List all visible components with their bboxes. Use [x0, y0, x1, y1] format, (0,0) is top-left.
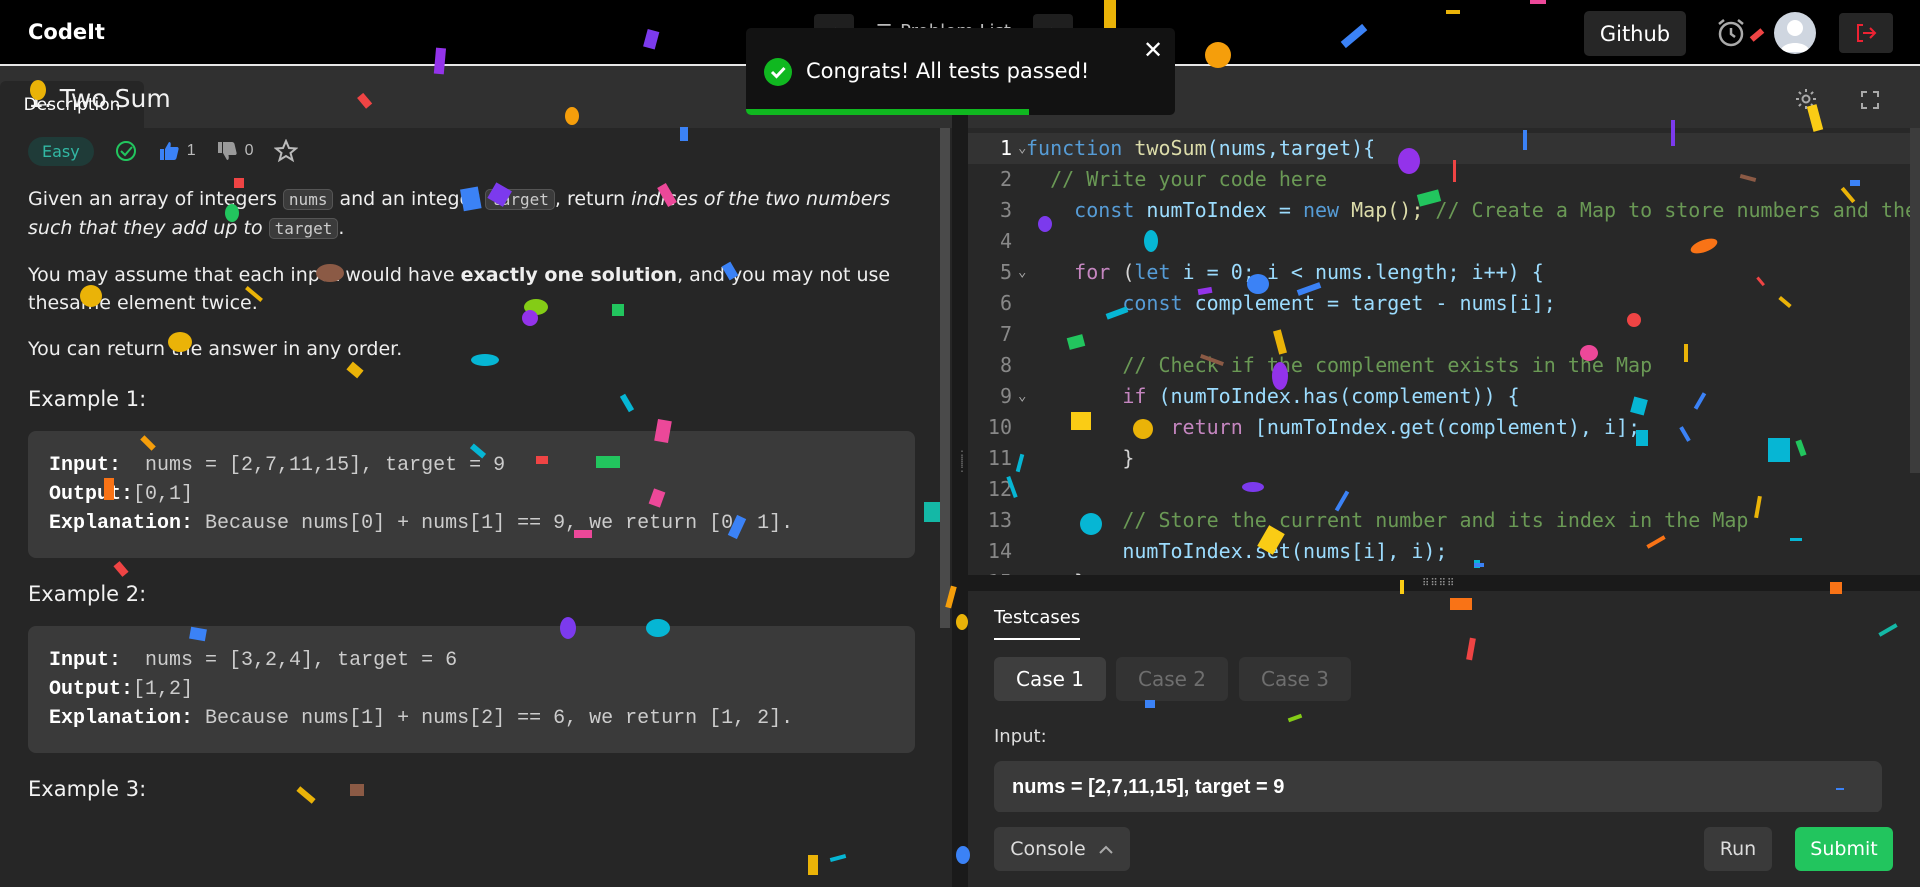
expand-icon[interactable] — [1860, 90, 1880, 110]
description-paragraph-2: You may assume that each input would hav… — [28, 264, 891, 314]
toast-message: Congrats! All tests passed! — [806, 59, 1090, 83]
github-button[interactable]: Github — [1584, 11, 1686, 56]
console-label: Console — [1010, 838, 1086, 860]
code-line: 5 ⌄ for (let i = 0; i < nums.length; i++)… — [968, 257, 1920, 288]
case-1-button[interactable]: Case 1 — [994, 657, 1106, 701]
case-3-button[interactable]: Case 3 — [1239, 657, 1351, 701]
run-button[interactable]: Run — [1704, 827, 1772, 871]
alarm-clock-icon[interactable] — [1715, 17, 1747, 49]
description-paragraph-1: Given an array of integers nums and an i… — [28, 188, 891, 239]
code-line: 10 return [numToIndex.get(complement), i… — [987, 415, 1641, 439]
resize-grip-icon[interactable]: ⋮ ⋮ ⋮ — [956, 449, 968, 496]
description-scrollbar[interactable] — [940, 128, 950, 628]
console-button[interactable]: Console — [994, 827, 1130, 871]
testcase-input-field[interactable]: nums = [2,7,11,15], target = 9 — [994, 761, 1882, 813]
code-line: 11 } — [987, 446, 1135, 470]
example-2-title: Example 2: — [28, 582, 147, 606]
logout-button[interactable] — [1839, 13, 1893, 53]
solved-check-icon — [114, 139, 138, 163]
toast-progress-bar — [746, 109, 1030, 115]
avatar[interactable] — [1774, 12, 1816, 54]
action-bar: Console Run Submit — [968, 812, 1920, 887]
code-editor[interactable]: 1 ⌄ function twoSum(nums,target){ 2 // Wri… — [968, 128, 1920, 575]
problem-description: 1. Two Sum Easy 1 0 Given an array of in… — [28, 84, 918, 801]
like-button[interactable]: 1 — [158, 140, 196, 162]
logout-icon — [1857, 24, 1877, 42]
code-line: 1 ⌄ function twoSum(nums,target){ — [968, 133, 1920, 164]
star-icon — [273, 139, 298, 163]
code-line: 8 // Check if the complement exists in t… — [999, 353, 1653, 377]
success-toast: Congrats! All tests passed! ✕ — [746, 28, 1175, 115]
example-1-box: Input: nums = [2,7,11,15], target = 9 Ou… — [28, 431, 915, 558]
favorite-button[interactable] — [273, 139, 298, 163]
tab-testcases[interactable]: Testcases — [994, 607, 1081, 640]
chevron-up-icon — [1098, 838, 1114, 860]
app-logo[interactable]: CodeIt — [28, 20, 105, 44]
example-1-title: Example 1: — [28, 387, 147, 411]
code-line: 6 const complement = target - nums[i]; — [999, 291, 1556, 315]
horizontal-grip-icon[interactable]: ⠿⠿⠿⠿ — [1422, 578, 1466, 589]
description-paragraph-3: You can return the answer in any order. — [28, 338, 403, 360]
gear-icon[interactable] — [1795, 88, 1817, 110]
code-line: 14 numToIndex.set(nums[i], i); — [987, 539, 1448, 563]
code-line: 15 } — [968, 567, 1920, 575]
difficulty-badge: Easy — [28, 136, 94, 166]
check-circle-icon — [764, 58, 792, 86]
thumbs-down-icon — [217, 142, 237, 160]
code-line: 3 const numToIndex = new Map(); // Creat… — [999, 198, 1920, 222]
user-avatar-icon — [1780, 20, 1810, 52]
example-3-title: Example 3: — [28, 777, 147, 801]
submit-button[interactable]: Submit — [1795, 827, 1893, 871]
case-2-button[interactable]: Case 2 — [1116, 657, 1228, 701]
code-line: 7 — [999, 322, 1012, 346]
testcase-input-label: Input: — [994, 726, 1047, 747]
close-icon[interactable]: ✕ — [1141, 36, 1165, 64]
example-2-box: Input: nums = [3,2,4], target = 6 Output… — [28, 626, 915, 753]
code-line: 12 — [987, 477, 1012, 501]
problem-meta: Easy 1 0 — [28, 135, 918, 167]
dislike-count: 0 — [244, 142, 254, 159]
dislike-button[interactable]: 0 — [216, 140, 254, 162]
like-count: 1 — [186, 142, 196, 159]
code-line: 4 — [999, 229, 1012, 253]
code-line: 9 ⌄ if (numToIndex.has(complement)) { — [968, 381, 1920, 412]
code-line: 2 // Write your code here — [999, 167, 1328, 191]
thumbs-up-icon — [159, 142, 179, 160]
editor-scrollbar[interactable] — [1910, 128, 1920, 473]
code-line: 13 // Store the current number and its i… — [987, 508, 1749, 532]
